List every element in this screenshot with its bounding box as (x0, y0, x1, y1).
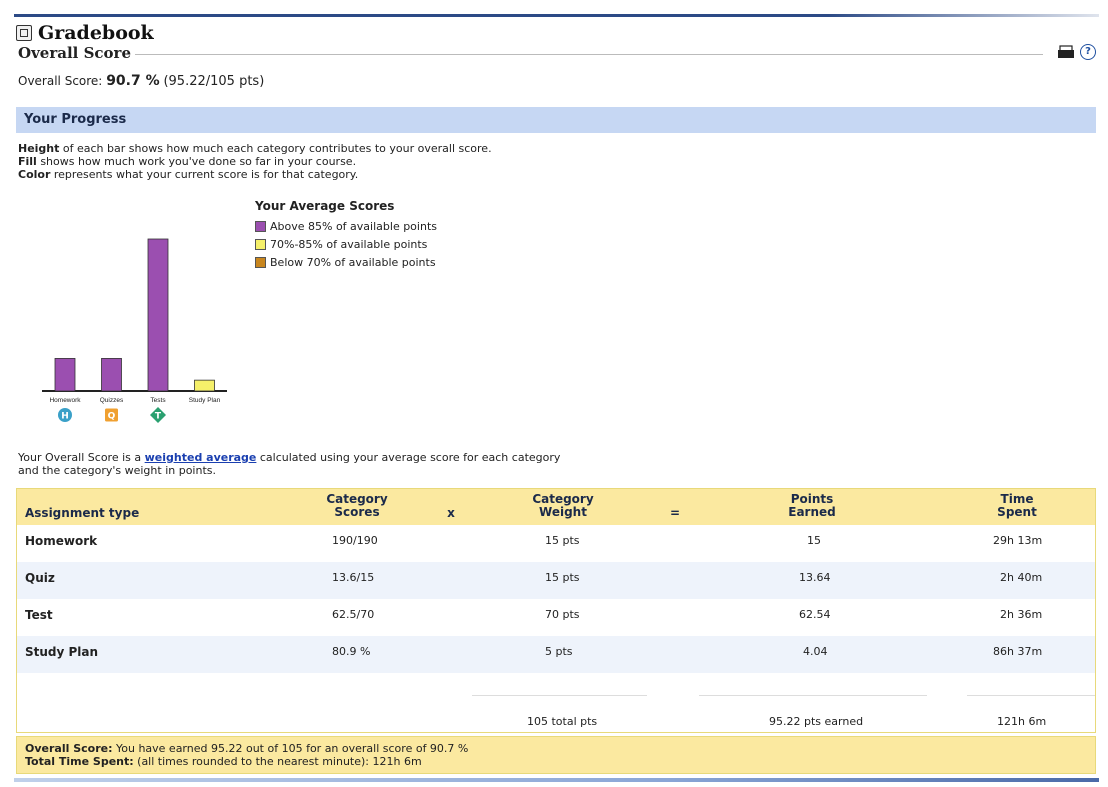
header-time-spent: Time Spent (987, 493, 1047, 519)
badge-letter: Q (108, 412, 116, 422)
table-row: Study Plan 80.9 % 5 pts 4.04 86h 37m (17, 636, 1095, 673)
tick-label: Study Plan (189, 397, 221, 404)
chart-explanation: Height of each bar shows how much each c… (18, 142, 492, 181)
legend-swatch-70-85 (255, 238, 266, 250)
fill-text: shows how much work you've done so far i… (36, 155, 357, 168)
legend-label: 70%-85% of available points (270, 237, 428, 251)
row-weight: 15 pts (545, 534, 580, 547)
badge-letter: T (155, 412, 162, 422)
score-table: Assignment type Category Scores x Catego… (16, 488, 1096, 733)
row-earned: 62.54 (799, 608, 831, 621)
bar-study-plan (194, 379, 215, 392)
color-term: Color (18, 168, 51, 181)
legend-swatch-below-70 (255, 256, 266, 268)
footer-time-text: (all times rounded to the nearest minute… (133, 755, 422, 768)
footer-score-label: Overall Score: (25, 742, 113, 755)
help-icon[interactable]: ? (1080, 44, 1096, 60)
fill-term: Fill (18, 155, 37, 168)
total-separator (472, 695, 647, 696)
row-weight: 70 pts (545, 608, 580, 621)
app-header: Gradebook (16, 22, 154, 44)
header-multiply: x (447, 506, 455, 520)
table-row: Quiz 13.6/15 15 pts 13.64 2h 40m (17, 562, 1095, 599)
header-assignment-type: Assignment type (25, 506, 140, 520)
row-score: 13.6/15 (332, 571, 375, 584)
table-header: Assignment type Category Scores x Catego… (17, 489, 1095, 525)
total-separator (967, 695, 1095, 696)
color-text: represents what your current score is fo… (50, 168, 359, 181)
row-time: 2h 36m (1000, 608, 1043, 621)
row-score: 62.5/70 (332, 608, 375, 621)
print-icon[interactable] (1057, 45, 1075, 59)
total-earned: 95.22 pts earned (769, 715, 864, 728)
height-text: of each bar shows how much each category… (59, 142, 492, 155)
bottom-accent-bar (14, 778, 1099, 782)
header-equals: = (669, 506, 681, 520)
row-type: Study Plan (25, 645, 99, 659)
your-progress-title: Your Progress (24, 112, 127, 127)
weighted-average-link[interactable]: weighted average (145, 451, 257, 464)
legend-label: Above 85% of available points (270, 219, 437, 233)
height-term: Height (18, 142, 60, 155)
summary-footer: Overall Score: You have earned 95.22 out… (16, 736, 1096, 774)
legend-title: Your Average Scores (255, 199, 395, 213)
gradebook-icon (16, 25, 32, 41)
row-type: Quiz (25, 571, 55, 585)
legend-item: Below 70% of available points (255, 253, 437, 271)
legend: Your Average Scores Above 85% of availab… (255, 199, 437, 271)
row-score: 190/190 (332, 534, 378, 547)
row-type: Homework (25, 534, 98, 548)
overall-score-line: Overall Score: 90.7 % (95.22/105 pts) (18, 73, 264, 89)
weighted-average-note: Your Overall Score is a weighted average… (18, 451, 560, 477)
footer-score-text: You have earned 95.22 out of 105 for an … (112, 742, 469, 755)
row-type: Test (25, 608, 53, 622)
header-earned-line2: Earned (788, 505, 836, 519)
header-scores-line2: Scores (334, 505, 380, 519)
footer-time-label: Total Time Spent: (25, 755, 134, 768)
row-time: 29h 13m (993, 534, 1043, 547)
row-time: 2h 40m (1000, 571, 1043, 584)
row-weight: 5 pts (545, 645, 573, 658)
note-pre: Your Overall Score is a (18, 451, 145, 464)
overall-score-points: (95.22/105 pts) (163, 74, 265, 89)
header-points-earned: Points Earned (772, 493, 852, 519)
your-progress-header: Your Progress (16, 107, 1096, 133)
tick-label: Tests (150, 397, 166, 404)
row-earned: 4.04 (803, 645, 828, 658)
legend-swatch-above-85 (255, 220, 266, 232)
overall-score-label: Overall Score: (18, 74, 103, 88)
total-weight: 105 total pts (527, 715, 598, 728)
row-weight: 15 pts (545, 571, 580, 584)
legend-label: Below 70% of available points (270, 255, 436, 269)
page-title: Gradebook (38, 22, 154, 44)
table-row: Homework 190/190 15 pts 15 29h 13m (17, 525, 1095, 562)
header-time-line2: Spent (997, 505, 1037, 519)
bar-homework (54, 358, 76, 392)
legend-item: Above 85% of available points (255, 217, 437, 235)
header-weight-line2: Weight (539, 505, 587, 519)
badge-letter: H (61, 412, 69, 422)
row-score: 80.9 % (332, 645, 371, 658)
legend-item: 70%-85% of available points (255, 235, 437, 253)
note-post: calculated using your average score for … (256, 451, 561, 464)
total-separator (699, 695, 927, 696)
header-category-weight: Category Weight (523, 493, 603, 519)
section-divider (118, 54, 1043, 55)
bar-tests (147, 238, 169, 392)
table-row: Test 62.5/70 70 pts 62.54 2h 36m (17, 599, 1095, 636)
top-accent-bar (14, 14, 1099, 17)
overall-score-percent: 90.7 % (106, 73, 160, 89)
note-line2: and the category's weight in points. (18, 464, 216, 477)
row-time: 86h 37m (993, 645, 1043, 658)
total-time: 121h 6m (997, 715, 1047, 728)
row-earned: 15 (807, 534, 821, 547)
row-earned: 13.64 (799, 571, 831, 584)
header-category-scores: Category Scores (317, 493, 397, 519)
tick-label: Quizzes (100, 397, 124, 404)
section-heading: Overall Score (18, 44, 135, 62)
bar-quizzes (101, 358, 122, 392)
tick-label: Homework (49, 397, 81, 404)
